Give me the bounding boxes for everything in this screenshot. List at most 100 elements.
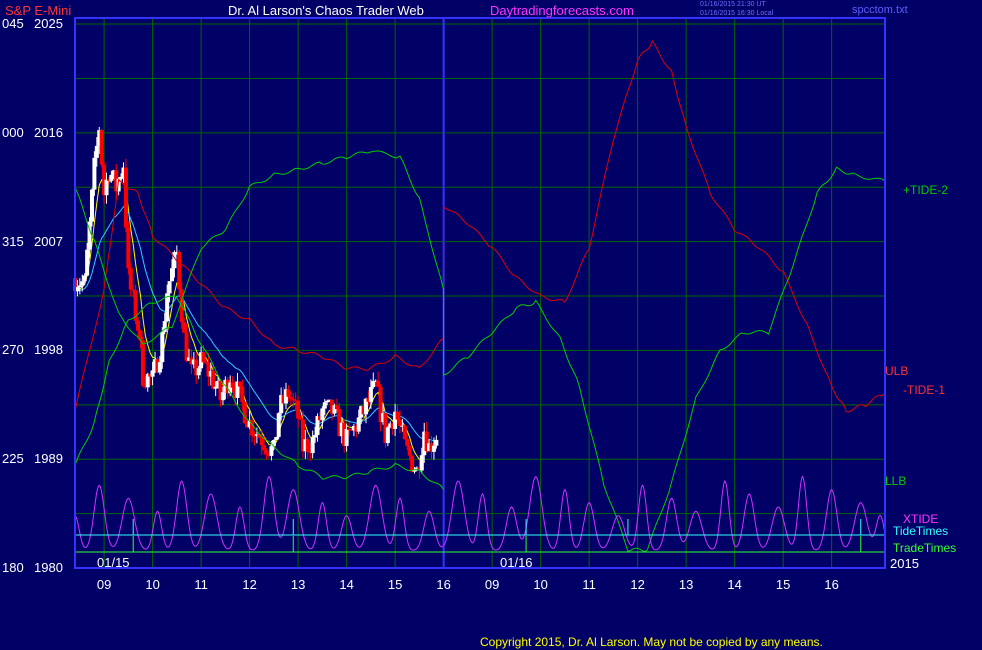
- price-candle-body: [201, 352, 206, 363]
- x-tick-label: 13: [678, 577, 694, 592]
- price-candle-body: [150, 370, 155, 377]
- date-label-1: 01/15: [97, 555, 130, 570]
- y-tick-prefix: 270: [2, 342, 24, 358]
- y-tick-label: 2025: [34, 16, 63, 32]
- price-candle-body: [196, 368, 201, 376]
- price-candle-body: [140, 340, 145, 386]
- x-tick-label: 14: [339, 577, 354, 592]
- price-candle-body: [242, 402, 247, 424]
- x-tick-label: 16: [824, 577, 839, 592]
- price-candle-body: [177, 251, 182, 290]
- price-candle-body: [356, 417, 361, 432]
- x-tick-label: 09: [96, 577, 112, 592]
- price-candle-body: [99, 130, 104, 165]
- y-tick-prefix: 045: [2, 16, 24, 32]
- price-candle-body: [286, 389, 291, 397]
- tide2-label: +TIDE-2: [903, 183, 949, 197]
- price-candle-body: [262, 445, 267, 451]
- plot-frame: [74, 17, 886, 569]
- y-tick-label: 2007: [34, 233, 63, 249]
- price-candle-body: [407, 445, 412, 456]
- x-tick-label: 15: [775, 577, 791, 592]
- x-tick-label: 09: [484, 577, 500, 592]
- price-candle-body: [167, 281, 172, 294]
- llb-label: LLB: [885, 474, 907, 488]
- price-candle-body: [237, 381, 242, 387]
- price-candle-body: [160, 331, 165, 363]
- chart-canvas: [73, 17, 886, 569]
- y-tick-prefix: 000: [2, 124, 24, 140]
- price-candle-body: [320, 408, 325, 421]
- price-candle-body: [182, 322, 187, 333]
- price-candle-body: [128, 268, 133, 290]
- price-candle-body: [123, 167, 128, 228]
- price-candle-body: [288, 396, 293, 399]
- price-candle-body: [259, 437, 264, 446]
- price-candle-body: [92, 157, 97, 190]
- price-candle-body: [310, 437, 315, 454]
- time-local: 01/16/2015 16:30 Local: [700, 10, 774, 17]
- x-tick-label: 10: [533, 577, 548, 592]
- price-candle-body: [434, 439, 439, 446]
- price-candle-body: [419, 455, 424, 471]
- price-candle-body: [385, 427, 390, 444]
- price-candle-body: [344, 428, 349, 446]
- price-candle-body: [252, 435, 257, 437]
- time-utc: 01/16/2015 21:30 UT: [700, 1, 766, 8]
- price-candle-body: [276, 413, 281, 437]
- price-candles: [73, 126, 439, 479]
- price-candle-body: [85, 249, 90, 276]
- y-tick-label: 1989: [34, 451, 63, 467]
- x-tick-label: 10: [145, 577, 160, 592]
- y-tick-prefix: 315: [2, 233, 24, 249]
- x-tick-label: 11: [194, 577, 208, 592]
- price-candle-body: [104, 179, 109, 196]
- chart-grid: [75, 18, 885, 569]
- price-candle-body: [213, 386, 218, 389]
- price-candle-body: [119, 176, 124, 179]
- price-candle-body: [397, 419, 402, 426]
- y-tick-label: 2016: [34, 124, 63, 140]
- x-tick-label: 16: [436, 577, 451, 592]
- price-candle-body: [220, 392, 225, 401]
- y-tick-label: 1998: [34, 342, 63, 358]
- x-tick-label: 15: [387, 577, 403, 592]
- file-name: spcctom.txt: [852, 4, 908, 16]
- price-candle-body: [395, 411, 400, 420]
- price-candle-body: [240, 386, 245, 403]
- trade-times-label: TradeTimes: [893, 541, 957, 555]
- y-tick-prefix: 180: [2, 560, 24, 575]
- chart-title: Dr. Al Larson's Chaos Trader Web: [228, 3, 424, 18]
- price-candle-body: [376, 380, 381, 387]
- price-candle-body: [126, 227, 131, 269]
- price-candle-body: [89, 189, 94, 222]
- y-tick-label: 1980: [34, 560, 63, 575]
- year-label: 2015: [890, 556, 919, 571]
- price-candle-body: [325, 400, 330, 403]
- copyright-text: Copyright 2015, Dr. Al Larson. May not b…: [480, 635, 823, 649]
- price-candle-body: [157, 362, 162, 373]
- date-label-2: 01/16: [500, 555, 533, 570]
- price-candle-body: [412, 470, 417, 472]
- ulb-label: ULB: [885, 364, 909, 378]
- price-candle-body: [313, 435, 318, 438]
- price-candle-body: [334, 405, 339, 410]
- price-candle-body: [269, 446, 274, 456]
- tide1-label: -TIDE-1: [903, 383, 945, 397]
- site-link[interactable]: Daytradingforecasts.com: [490, 3, 634, 18]
- price-candle-body: [109, 174, 114, 181]
- price-candle-body: [431, 445, 436, 452]
- price-candle-body: [77, 285, 82, 288]
- price-candle-body: [402, 425, 407, 440]
- price-candle-body: [80, 281, 85, 286]
- x-tick-label: 13: [290, 577, 306, 592]
- price-candle-body: [410, 455, 415, 472]
- price-candle-body: [405, 439, 410, 446]
- price-candle-body: [170, 268, 175, 282]
- price-candle-body: [274, 436, 279, 441]
- x-tick-label: 11: [582, 577, 596, 592]
- x-tick-label: 12: [630, 577, 645, 592]
- y-tick-prefix: 225: [2, 451, 24, 467]
- price-candle-body: [75, 287, 80, 292]
- x-tick-label: 14: [727, 577, 742, 592]
